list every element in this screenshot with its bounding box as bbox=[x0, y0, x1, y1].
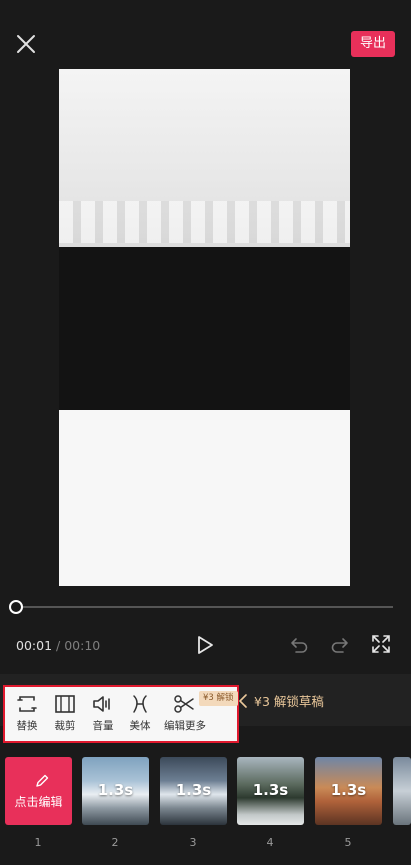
clip-2[interactable]: 1.3s bbox=[82, 757, 149, 825]
export-button[interactable]: 导出 bbox=[351, 31, 395, 57]
preview-bottom-panel bbox=[59, 410, 350, 586]
unlock-draft-link[interactable]: ¥3 解锁草稿 bbox=[238, 691, 324, 710]
undo-button[interactable] bbox=[289, 636, 309, 654]
tool-volume[interactable]: 音量 bbox=[91, 694, 115, 733]
click-to-edit-label: 点击编辑 bbox=[14, 795, 63, 809]
top-bar: 导出 bbox=[0, 0, 411, 60]
clip-duration: 1.3s bbox=[252, 781, 289, 799]
pencil-icon bbox=[36, 774, 49, 787]
unlock-draft-label: ¥3 解锁草稿 bbox=[254, 694, 324, 709]
progress-scrubber[interactable] bbox=[9, 600, 23, 614]
clip-5[interactable]: 1.3s bbox=[315, 757, 382, 825]
clip-strip: 点击编辑 1.3s 1.3s 1.3s 1.3s bbox=[0, 757, 411, 827]
tool-body-beauty-label: 美体 bbox=[129, 720, 151, 732]
time-readout: 00:01 / 00:10 bbox=[16, 638, 100, 653]
play-button[interactable] bbox=[195, 635, 215, 655]
current-time: 00:01 bbox=[16, 638, 53, 653]
close-button[interactable] bbox=[14, 32, 38, 56]
tool-replace[interactable]: 替换 bbox=[16, 694, 38, 733]
tool-crop[interactable]: 裁剪 bbox=[54, 694, 76, 733]
total-time: 00:10 bbox=[64, 638, 101, 653]
close-icon bbox=[17, 35, 35, 53]
replace-icon bbox=[17, 696, 37, 712]
progress-track[interactable] bbox=[16, 606, 393, 608]
clip-6-partial[interactable] bbox=[393, 757, 411, 825]
clip-3[interactable]: 1.3s bbox=[160, 757, 227, 825]
preview-top-panel bbox=[59, 69, 350, 247]
play-icon bbox=[198, 636, 213, 654]
video-preview[interactable] bbox=[59, 69, 350, 586]
tool-body-beauty[interactable]: 美体 bbox=[129, 694, 151, 733]
crop-icon bbox=[55, 695, 75, 713]
clip-number: 3 bbox=[189, 836, 197, 849]
clip-duration: 1.3s bbox=[175, 781, 212, 799]
fullscreen-button[interactable] bbox=[372, 635, 390, 653]
fullscreen-icon bbox=[372, 635, 390, 653]
tool-crop-label: 裁剪 bbox=[54, 720, 76, 732]
clip-number: 2 bbox=[111, 836, 119, 849]
tool-replace-label: 替换 bbox=[16, 720, 38, 732]
chevron-left-icon bbox=[238, 694, 247, 709]
tool-volume-label: 音量 bbox=[92, 720, 114, 732]
clip-duration: 1.3s bbox=[330, 781, 367, 799]
clip-number: 1 bbox=[34, 836, 42, 849]
redo-icon bbox=[331, 638, 348, 653]
tool-edit-more-label: 编辑更多 bbox=[164, 720, 206, 732]
preview-middle-panel bbox=[59, 247, 350, 410]
undo-icon bbox=[291, 638, 308, 653]
scissors-icon bbox=[174, 695, 194, 713]
clip-1[interactable]: 点击编辑 bbox=[5, 757, 72, 825]
clip-number: 4 bbox=[266, 836, 274, 849]
clip-4[interactable]: 1.3s bbox=[237, 757, 304, 825]
body-beauty-icon bbox=[133, 695, 147, 713]
redo-button[interactable] bbox=[330, 636, 350, 654]
clip-duration: 1.3s bbox=[97, 781, 134, 799]
time-separator: / bbox=[56, 638, 61, 653]
clip-number: 5 bbox=[344, 836, 352, 849]
volume-icon bbox=[93, 696, 110, 712]
edit-toolbar: 替换 裁剪 音量 美体 编辑更多 ¥3 解锁 bbox=[3, 685, 239, 743]
vip-unlock-badge: ¥3 解锁 bbox=[199, 691, 238, 706]
